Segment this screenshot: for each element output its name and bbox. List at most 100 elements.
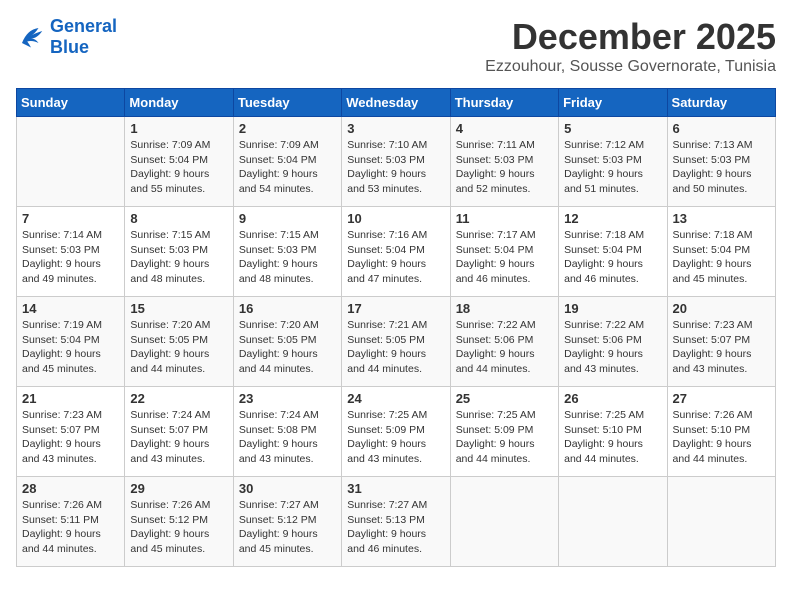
day-number: 15 <box>130 301 227 316</box>
day-number: 7 <box>22 211 119 226</box>
day-info: Sunrise: 7:11 AM Sunset: 5:03 PM Dayligh… <box>456 138 553 197</box>
calendar-cell: 16Sunrise: 7:20 AM Sunset: 5:05 PM Dayli… <box>233 297 341 387</box>
day-info: Sunrise: 7:09 AM Sunset: 5:04 PM Dayligh… <box>130 138 227 197</box>
day-info: Sunrise: 7:23 AM Sunset: 5:07 PM Dayligh… <box>22 408 119 467</box>
day-info: Sunrise: 7:25 AM Sunset: 5:09 PM Dayligh… <box>347 408 444 467</box>
day-number: 4 <box>456 121 553 136</box>
day-info: Sunrise: 7:23 AM Sunset: 5:07 PM Dayligh… <box>673 318 770 377</box>
day-number: 13 <box>673 211 770 226</box>
day-number: 21 <box>22 391 119 406</box>
calendar-cell: 10 Sunrise: 7:16 AM Sunset: 5:04 PM Dayli… <box>342 207 450 297</box>
day-number: 20 <box>673 301 770 316</box>
day-number: 26 <box>564 391 661 406</box>
day-number: 11 <box>456 211 553 226</box>
day-number: 30 <box>239 481 336 496</box>
calendar-cell: 24Sunrise: 7:25 AM Sunset: 5:09 PM Dayli… <box>342 387 450 477</box>
calendar-cell: 12 Sunrise: 7:18 AM Sunset: 5:04 PM Dayli… <box>559 207 667 297</box>
day-number: 19 <box>564 301 661 316</box>
logo: General Blue <box>16 16 117 57</box>
calendar-cell <box>450 477 558 567</box>
day-info: Sunrise: 7:20 AM Sunset: 5:05 PM Dayligh… <box>130 318 227 377</box>
calendar-cell: 14 Sunrise: 7:19 AM Sunset: 5:04 PM Dayli… <box>17 297 125 387</box>
day-info: Sunrise: 7:27 AM Sunset: 5:13 PM Dayligh… <box>347 498 444 557</box>
day-info: Sunrise: 7:19 AM Sunset: 5:04 PM Dayligh… <box>22 318 119 377</box>
day-number: 2 <box>239 121 336 136</box>
calendar-cell: 7 Sunrise: 7:14 AM Sunset: 5:03 PM Daylig… <box>17 207 125 297</box>
day-info: Sunrise: 7:12 AM Sunset: 5:03 PM Dayligh… <box>564 138 661 197</box>
calendar-cell: 29 Sunrise: 7:26 AM Sunset: 5:12 PM Dayli… <box>125 477 233 567</box>
calendar-cell: 2 Sunrise: 7:09 AM Sunset: 5:04 PM Daylig… <box>233 117 341 207</box>
day-number: 28 <box>22 481 119 496</box>
header-day-sunday: Sunday <box>17 89 125 117</box>
week-row-0: 1 Sunrise: 7:09 AM Sunset: 5:04 PM Daylig… <box>17 117 776 207</box>
page-header: General Blue December 2025 Ezzouhour, So… <box>16 16 776 76</box>
calendar-cell <box>17 117 125 207</box>
day-info: Sunrise: 7:25 AM Sunset: 5:09 PM Dayligh… <box>456 408 553 467</box>
day-info: Sunrise: 7:16 AM Sunset: 5:04 PM Dayligh… <box>347 228 444 287</box>
week-row-3: 21 Sunrise: 7:23 AM Sunset: 5:07 PM Dayli… <box>17 387 776 477</box>
day-info: Sunrise: 7:25 AM Sunset: 5:10 PM Dayligh… <box>564 408 661 467</box>
day-info: Sunrise: 7:15 AM Sunset: 5:03 PM Dayligh… <box>239 228 336 287</box>
header-day-monday: Monday <box>125 89 233 117</box>
day-number: 10 <box>347 211 444 226</box>
day-number: 1 <box>130 121 227 136</box>
day-number: 3 <box>347 121 444 136</box>
calendar-cell: 28 Sunrise: 7:26 AM Sunset: 5:11 PM Dayli… <box>17 477 125 567</box>
logo-icon <box>16 22 46 52</box>
day-number: 25 <box>456 391 553 406</box>
day-number: 16 <box>239 301 336 316</box>
day-info: Sunrise: 7:14 AM Sunset: 5:03 PM Dayligh… <box>22 228 119 287</box>
day-info: Sunrise: 7:13 AM Sunset: 5:03 PM Dayligh… <box>673 138 770 197</box>
week-row-1: 7 Sunrise: 7:14 AM Sunset: 5:03 PM Daylig… <box>17 207 776 297</box>
day-number: 29 <box>130 481 227 496</box>
day-number: 22 <box>130 391 227 406</box>
calendar-cell: 5Sunrise: 7:12 AM Sunset: 5:03 PM Daylig… <box>559 117 667 207</box>
header-day-wednesday: Wednesday <box>342 89 450 117</box>
calendar-cell: 23 Sunrise: 7:24 AM Sunset: 5:08 PM Dayli… <box>233 387 341 477</box>
calendar-cell: 21 Sunrise: 7:23 AM Sunset: 5:07 PM Dayli… <box>17 387 125 477</box>
logo-text2: Blue <box>50 37 117 58</box>
calendar-cell: 15 Sunrise: 7:20 AM Sunset: 5:05 PM Dayli… <box>125 297 233 387</box>
day-info: Sunrise: 7:09 AM Sunset: 5:04 PM Dayligh… <box>239 138 336 197</box>
week-row-4: 28 Sunrise: 7:26 AM Sunset: 5:11 PM Dayli… <box>17 477 776 567</box>
calendar-cell: 8 Sunrise: 7:15 AM Sunset: 5:03 PM Daylig… <box>125 207 233 297</box>
calendar-cell: 22 Sunrise: 7:24 AM Sunset: 5:07 PM Dayli… <box>125 387 233 477</box>
day-info: Sunrise: 7:22 AM Sunset: 5:06 PM Dayligh… <box>456 318 553 377</box>
day-info: Sunrise: 7:18 AM Sunset: 5:04 PM Dayligh… <box>564 228 661 287</box>
day-number: 14 <box>22 301 119 316</box>
title-block: December 2025 Ezzouhour, Sousse Governor… <box>485 16 776 76</box>
calendar-cell: 18Sunrise: 7:22 AM Sunset: 5:06 PM Dayli… <box>450 297 558 387</box>
day-info: Sunrise: 7:17 AM Sunset: 5:04 PM Dayligh… <box>456 228 553 287</box>
calendar-cell: 25 Sunrise: 7:25 AM Sunset: 5:09 PM Dayli… <box>450 387 558 477</box>
location-subtitle: Ezzouhour, Sousse Governorate, Tunisia <box>485 58 776 76</box>
day-info: Sunrise: 7:15 AM Sunset: 5:03 PM Dayligh… <box>130 228 227 287</box>
day-number: 8 <box>130 211 227 226</box>
header-day-friday: Friday <box>559 89 667 117</box>
calendar-cell: 26 Sunrise: 7:25 AM Sunset: 5:10 PM Dayli… <box>559 387 667 477</box>
calendar-cell: 27Sunrise: 7:26 AM Sunset: 5:10 PM Dayli… <box>667 387 775 477</box>
calendar-cell: 13 Sunrise: 7:18 AM Sunset: 5:04 PM Dayli… <box>667 207 775 297</box>
calendar-cell: 9 Sunrise: 7:15 AM Sunset: 5:03 PM Daylig… <box>233 207 341 297</box>
day-info: Sunrise: 7:26 AM Sunset: 5:11 PM Dayligh… <box>22 498 119 557</box>
day-info: Sunrise: 7:10 AM Sunset: 5:03 PM Dayligh… <box>347 138 444 197</box>
logo-text: General <box>50 16 117 37</box>
month-title: December 2025 <box>485 16 776 58</box>
day-number: 9 <box>239 211 336 226</box>
calendar-cell: 1 Sunrise: 7:09 AM Sunset: 5:04 PM Daylig… <box>125 117 233 207</box>
calendar-table: SundayMondayTuesdayWednesdayThursdayFrid… <box>16 88 776 567</box>
calendar-cell: 19 Sunrise: 7:22 AM Sunset: 5:06 PM Dayli… <box>559 297 667 387</box>
day-number: 12 <box>564 211 661 226</box>
day-info: Sunrise: 7:18 AM Sunset: 5:04 PM Dayligh… <box>673 228 770 287</box>
day-number: 27 <box>673 391 770 406</box>
calendar-cell: 11 Sunrise: 7:17 AM Sunset: 5:04 PM Dayli… <box>450 207 558 297</box>
calendar-cell: 31Sunrise: 7:27 AM Sunset: 5:13 PM Dayli… <box>342 477 450 567</box>
header-day-thursday: Thursday <box>450 89 558 117</box>
day-info: Sunrise: 7:22 AM Sunset: 5:06 PM Dayligh… <box>564 318 661 377</box>
day-info: Sunrise: 7:26 AM Sunset: 5:12 PM Dayligh… <box>130 498 227 557</box>
day-info: Sunrise: 7:24 AM Sunset: 5:08 PM Dayligh… <box>239 408 336 467</box>
calendar-cell: 4 Sunrise: 7:11 AM Sunset: 5:03 PM Daylig… <box>450 117 558 207</box>
day-number: 23 <box>239 391 336 406</box>
calendar-cell: 30Sunrise: 7:27 AM Sunset: 5:12 PM Dayli… <box>233 477 341 567</box>
day-number: 6 <box>673 121 770 136</box>
day-info: Sunrise: 7:24 AM Sunset: 5:07 PM Dayligh… <box>130 408 227 467</box>
